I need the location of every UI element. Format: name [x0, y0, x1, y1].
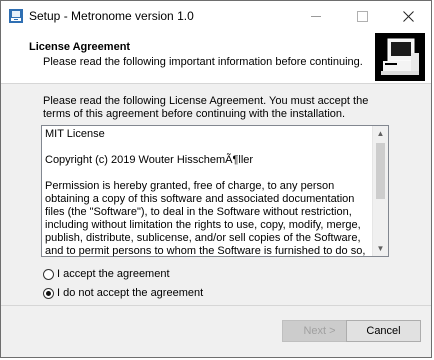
scroll-up-icon[interactable]: ▲ [373, 126, 388, 141]
decline-option[interactable]: I do not accept the agreement [43, 285, 203, 301]
wizard-header: License Agreement Please read the follow… [1, 31, 431, 84]
cancel-button[interactable]: Cancel [346, 320, 421, 342]
vertical-scrollbar[interactable]: ▲ ▼ [372, 126, 388, 256]
close-button[interactable] [385, 1, 431, 31]
title-bar: Setup - Metronome version 1.0 [1, 1, 431, 31]
page-title: License Agreement [29, 41, 131, 53]
license-permission: Permission is hereby granted, free of ch… [45, 180, 366, 257]
license-copyright: Copyright (c) 2019 Wouter HisschemÃ¶ller [45, 154, 254, 166]
intro-text: Please read the following License Agreem… [43, 95, 369, 120]
license-text-area[interactable]: MIT License Copyright (c) 2019 Wouter Hi… [41, 125, 389, 257]
decline-label: I do not accept the agreement [57, 287, 204, 299]
setup-app-icon [9, 9, 23, 23]
maximize-icon [356, 10, 368, 22]
license-heading: MIT License [45, 128, 105, 140]
close-icon [402, 10, 414, 22]
window-title: Setup - Metronome version 1.0 [29, 9, 194, 23]
minimize-button[interactable] [293, 1, 339, 31]
minimize-icon [311, 15, 321, 17]
radio-selected-dot [46, 290, 51, 296]
accept-radio[interactable] [43, 268, 54, 280]
license-text: MIT License Copyright (c) 2019 Wouter Hi… [45, 128, 371, 257]
scroll-thumb[interactable] [376, 143, 385, 199]
footer-divider [1, 305, 431, 306]
computer-installer-icon [375, 33, 425, 81]
decline-radio[interactable] [43, 287, 54, 299]
maximize-button[interactable] [339, 1, 385, 31]
accept-option[interactable]: I accept the agreement [43, 266, 170, 282]
page-subtitle: Please read the following important info… [43, 56, 363, 68]
scroll-down-icon[interactable]: ▼ [373, 241, 388, 256]
setup-window: Setup - Metronome version 1.0 License Ag… [0, 0, 432, 358]
accept-label: I accept the agreement [57, 268, 170, 280]
